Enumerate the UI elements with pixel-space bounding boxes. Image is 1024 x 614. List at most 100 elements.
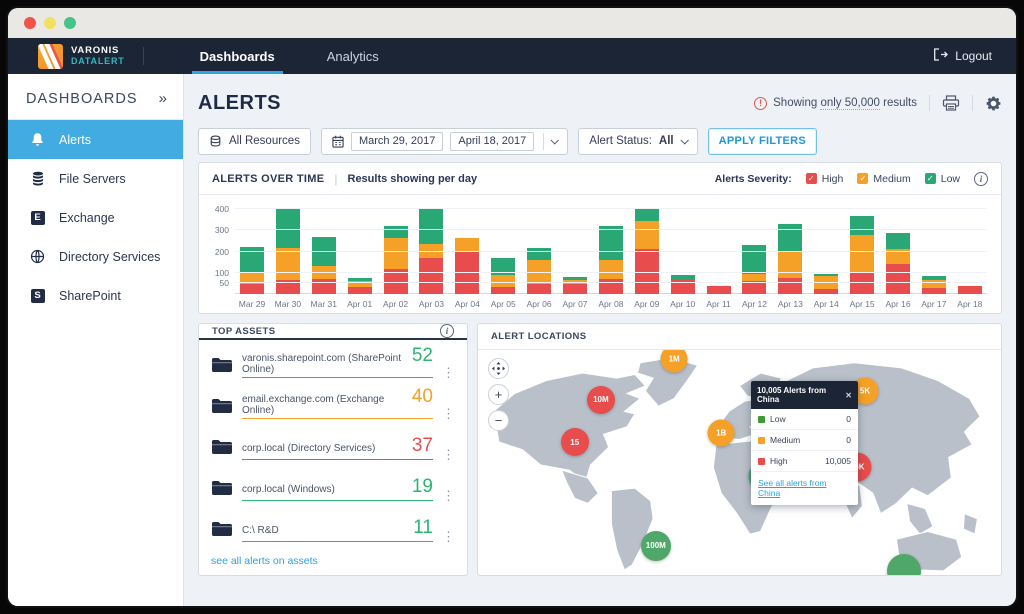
kebab-menu-icon[interactable]: ⋮: [442, 530, 455, 549]
world-map[interactable]: + − 1M10M151B5K10010K100M 10,005 Alerts …: [478, 350, 1001, 575]
bar-mar31[interactable]: Mar 31: [311, 205, 337, 309]
x-tick-label: Apr 17: [921, 294, 947, 309]
asset-row[interactable]: corp.local (Windows)19⋮: [211, 467, 455, 508]
legend-item-low[interactable]: ✓ Low: [925, 173, 960, 185]
bar-apr02[interactable]: Apr 02: [383, 205, 409, 309]
asset-row[interactable]: email.exchange.com (Exchange Online)40⋮: [211, 385, 455, 426]
top-assets-info-icon[interactable]: i: [440, 324, 454, 338]
segment-high: [419, 258, 443, 294]
y-tick-label: 50: [220, 278, 229, 288]
bar-apr16[interactable]: Apr 16: [885, 205, 911, 309]
map-bubble-15[interactable]: 15: [561, 428, 589, 456]
sidebar-item-directory-services[interactable]: Directory Services: [8, 237, 183, 276]
see-all-alerts-china-link[interactable]: See all alerts from China: [751, 472, 858, 505]
segment-high: [599, 279, 623, 294]
bar-apr05[interactable]: Apr 05: [490, 205, 516, 309]
bar-apr13[interactable]: Apr 13: [777, 205, 803, 309]
chart-info-icon[interactable]: i: [974, 172, 988, 186]
date-to-input[interactable]: April 18, 2017: [450, 132, 534, 151]
tooltip-close-icon[interactable]: ✕: [845, 391, 852, 400]
map-bubble-1b[interactable]: 1B: [708, 420, 735, 447]
asset-alert-count: 37: [412, 435, 433, 457]
bar-apr01[interactable]: Apr 01: [347, 205, 373, 309]
x-tick-label: Apr 10: [670, 294, 696, 309]
bar-mar29[interactable]: Mar 29: [239, 205, 265, 309]
chevron-down-icon[interactable]: [551, 136, 559, 144]
close-window-button[interactable]: [24, 17, 36, 29]
kebab-menu-icon[interactable]: ⋮: [442, 448, 455, 467]
apply-filters-button[interactable]: APPLY FILTERS: [708, 128, 817, 155]
resources-filter-button[interactable]: All Resources: [198, 128, 311, 155]
bar-apr12[interactable]: Apr 12: [741, 205, 767, 309]
map-bubble-10m[interactable]: 10M: [587, 386, 615, 414]
legend-item-medium[interactable]: ✓Medium: [857, 173, 910, 185]
tooltip-row-high: High10,005: [751, 451, 858, 472]
sidebar-item-alerts[interactable]: Alerts: [8, 120, 183, 159]
sidebar: DASHBOARDS » AlertsFile ServersEExchange…: [8, 74, 184, 606]
bar-apr09[interactable]: Apr 09: [634, 205, 660, 309]
bar-stack: [275, 205, 301, 294]
asset-row[interactable]: varonis.sharepoint.com (SharePoint Onlin…: [211, 344, 455, 385]
sidebar-item-sharepoint[interactable]: SSharePoint: [8, 276, 183, 315]
zoom-out-icon[interactable]: −: [488, 410, 509, 431]
bar-apr18[interactable]: Apr 18: [957, 205, 983, 309]
alert-status-dropdown[interactable]: Alert Status:All: [578, 128, 697, 155]
bar-apr06[interactable]: Apr 06: [526, 205, 552, 309]
bar-apr17[interactable]: Apr 17: [921, 205, 947, 309]
bar-stack: [921, 205, 947, 294]
brand: VARONIS DATALERT: [8, 38, 143, 74]
pan-icon[interactable]: [488, 358, 509, 379]
app-navbar: VARONIS DATALERT DashboardsAnalytics Log…: [8, 38, 1016, 74]
date-from-input[interactable]: March 29, 2017: [351, 132, 443, 151]
bar-apr04[interactable]: Apr 04: [454, 205, 480, 309]
tooltip-row-label: Low: [770, 414, 786, 424]
varonis-logo-icon: [38, 44, 63, 69]
bar-apr03[interactable]: Apr 03: [418, 205, 444, 309]
sidebar-item-file-servers[interactable]: File Servers: [8, 159, 183, 198]
tab-analytics[interactable]: Analytics: [301, 38, 405, 74]
bar-stack: [526, 205, 552, 294]
settings-gear-button[interactable]: [985, 95, 1002, 112]
kebab-menu-icon[interactable]: ⋮: [442, 489, 455, 508]
bar-apr10[interactable]: Apr 10: [670, 205, 696, 309]
asset-alert-count: 40: [412, 386, 433, 408]
chart-subtitle: Results showing per day: [348, 173, 478, 185]
chevron-down-icon: [680, 136, 688, 144]
database-icon: [209, 135, 222, 148]
bar-apr14[interactable]: Apr 14: [813, 205, 839, 309]
logout-button[interactable]: Logout: [909, 38, 1016, 74]
kebab-menu-icon[interactable]: ⋮: [442, 366, 455, 385]
print-button[interactable]: [942, 95, 960, 111]
folder-icon: [211, 479, 233, 496]
see-all-assets-link[interactable]: see all alerts on assets: [199, 549, 467, 577]
x-tick-label: Apr 13: [777, 294, 803, 309]
legend-label: Low: [941, 173, 960, 185]
bar-apr11[interactable]: Apr 11: [706, 205, 732, 309]
legend-item-high[interactable]: ✓High: [806, 173, 844, 185]
bar-mar30[interactable]: Mar 30: [275, 205, 301, 309]
asset-row[interactable]: corp.local (Directory Services)37⋮: [211, 426, 455, 467]
map-bubble-100m[interactable]: 100M: [641, 531, 671, 561]
bar-apr15[interactable]: Apr 15: [849, 205, 875, 309]
checkbox-medium-icon[interactable]: ✓: [857, 173, 868, 184]
checkbox-low-icon[interactable]: ✓: [925, 173, 936, 184]
tab-dashboards[interactable]: Dashboards: [174, 38, 301, 74]
x-tick-label: Apr 05: [490, 294, 516, 309]
date-range-picker[interactable]: March 29, 2017 April 18, 2017: [321, 128, 568, 155]
sidebar-item-label: Alerts: [59, 133, 91, 147]
results-limit-warning: ! Showing only 50,000 results: [754, 97, 917, 110]
kebab-menu-icon[interactable]: ⋮: [442, 407, 455, 426]
collapse-sidebar-button[interactable]: »: [159, 90, 167, 107]
zoom-in-icon[interactable]: +: [488, 384, 509, 405]
tooltip-row-value: 0: [846, 435, 851, 445]
bar-apr08[interactable]: Apr 08: [598, 205, 624, 309]
asset-row[interactable]: C:\ R&D11⋮: [211, 508, 455, 549]
maximize-window-button[interactable]: [64, 17, 76, 29]
minimize-window-button[interactable]: [44, 17, 56, 29]
checkbox-high-icon[interactable]: ✓: [806, 173, 817, 184]
bar-apr07[interactable]: Apr 07: [562, 205, 588, 309]
sidebar-item-exchange[interactable]: EExchange: [8, 198, 183, 237]
asset-alert-count: 11: [413, 517, 433, 539]
segment-medium: [276, 248, 300, 280]
x-tick-label: Mar 29: [239, 294, 265, 309]
